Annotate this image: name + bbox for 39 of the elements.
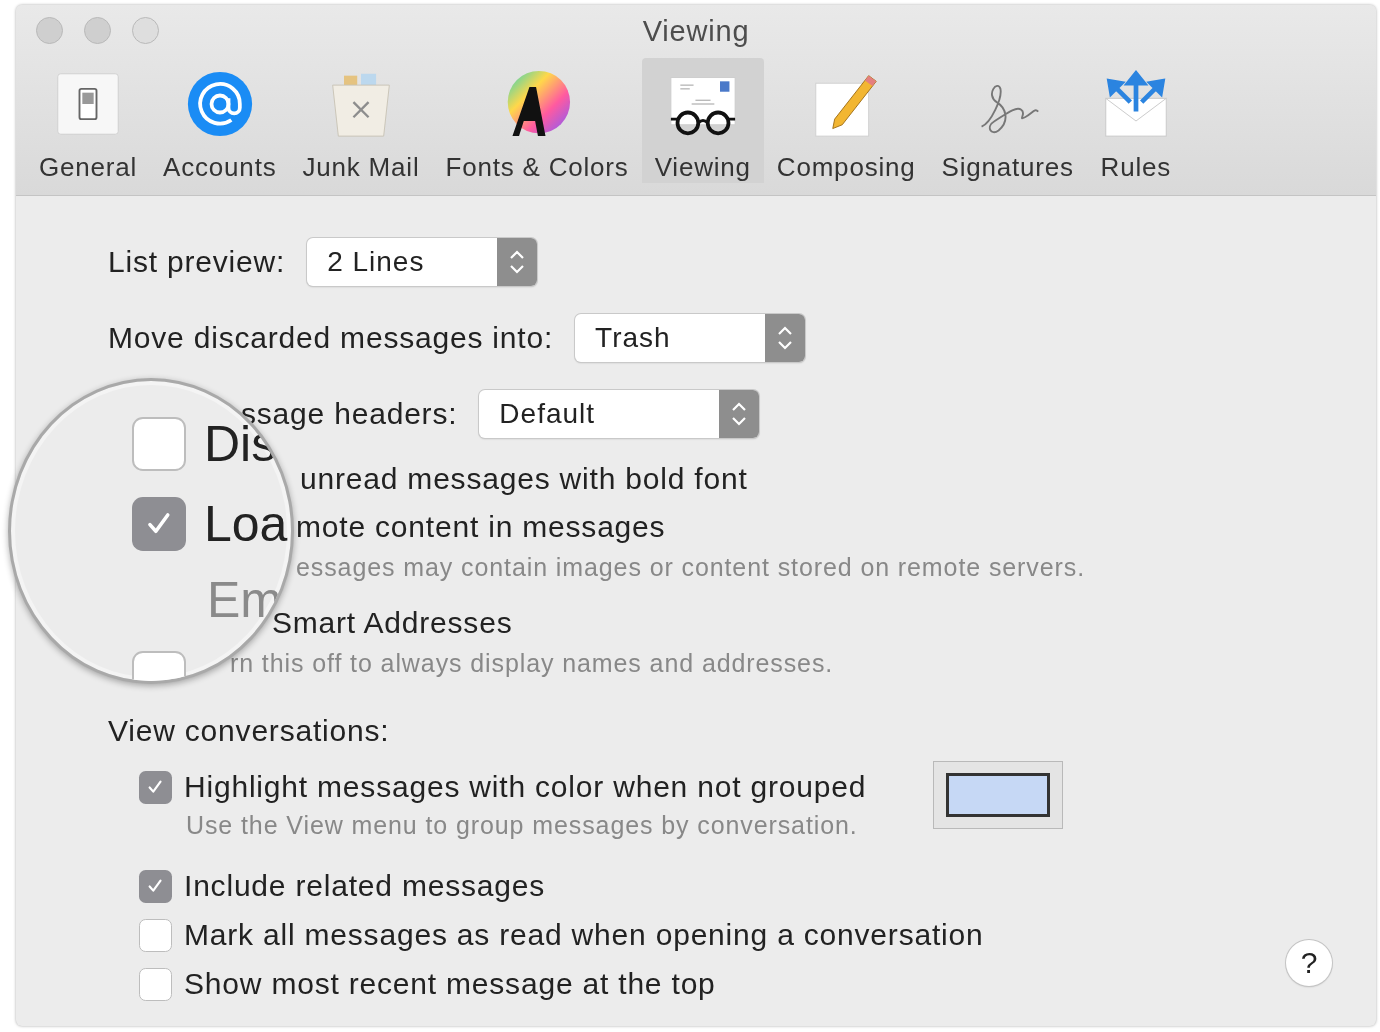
option-label: Mark all messages as read when opening a conversation [184, 918, 984, 952]
popup-label: List preview: [108, 245, 286, 279]
window-button[interactable] [84, 17, 111, 44]
checkbox[interactable] [132, 417, 186, 471]
stepper-icon [719, 390, 760, 438]
section-heading: View conversations: [108, 714, 391, 748]
stepper-icon [765, 314, 806, 362]
checkbox[interactable] [132, 497, 186, 551]
popup-button[interactable]: Default [479, 390, 760, 438]
popup-button[interactable]: Trash [575, 314, 806, 362]
option-label: Include related messages [184, 869, 546, 903]
option-label: mote content in messages [296, 510, 667, 544]
window-button[interactable] [36, 17, 63, 44]
toolbar-tab[interactable]: Rules [1086, 58, 1185, 183]
toolbar-tab[interactable]: Accounts [150, 58, 290, 183]
window-title: Viewing [642, 15, 750, 48]
toolbar-tab[interactable]: Fonts & Colors [432, 58, 642, 183]
checkbox[interactable] [139, 918, 172, 952]
stepper-icon [497, 238, 538, 286]
option-label: Loa [204, 495, 288, 553]
checkbox[interactable] [139, 869, 172, 903]
help-button[interactable]: ? [1286, 940, 1332, 986]
option-note: rn this off to always display names and addresses. [230, 648, 835, 678]
popup-label: Move discarded messages into: [108, 321, 554, 355]
toolbar-tab[interactable]: Viewing [641, 58, 764, 183]
toolbar-tab[interactable]: General [26, 58, 151, 183]
toolbar-tab[interactable]: Signatures [928, 58, 1087, 183]
toolbar-tab[interactable]: Junk Mail [289, 58, 433, 183]
checkbox[interactable] [139, 967, 172, 1001]
option-label: Highlight messages with color when not grouped [184, 770, 867, 804]
toolbar-tab[interactable]: Composing [763, 58, 929, 183]
color-well[interactable] [933, 761, 1063, 829]
option-note: Use the View menu to group messages by conversation. [186, 810, 859, 840]
checkbox[interactable] [139, 770, 172, 804]
window-button[interactable] [132, 17, 159, 44]
option-label: Show most recent message at the top [184, 967, 716, 1001]
option-note: essages may contain images or content stored on remote servers. [296, 552, 1086, 582]
popup-button[interactable]: 2 Lines [307, 238, 538, 286]
option-label: unread messages with bold font [300, 462, 749, 496]
